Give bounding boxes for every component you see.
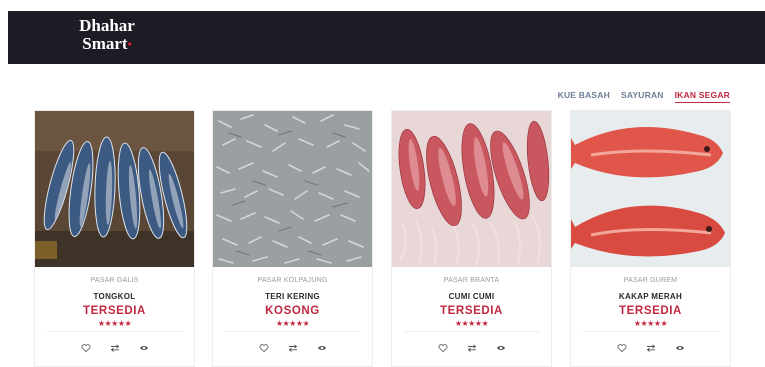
product-actions bbox=[571, 342, 730, 353]
card-divider bbox=[225, 331, 360, 332]
product-market: PASAR GALIS bbox=[90, 277, 139, 284]
product-rating-stars: ★★★★★ bbox=[97, 319, 132, 328]
product-actions bbox=[213, 342, 372, 353]
brand-line-1: Dhahar bbox=[79, 16, 135, 35]
tab-sayuran[interactable]: SAYURAN bbox=[621, 90, 664, 103]
product-status: TERSEDIA bbox=[440, 305, 503, 317]
product-name[interactable]: KAKAP MERAH bbox=[571, 292, 730, 301]
tab-ikan-segar[interactable]: IKAN SEGAR bbox=[674, 90, 730, 103]
heart-icon[interactable] bbox=[437, 342, 448, 353]
compare-icon[interactable] bbox=[287, 342, 298, 353]
product-name[interactable]: TERI KERING bbox=[213, 292, 372, 301]
product-market: PASAR GUREM bbox=[623, 277, 678, 284]
category-tabs: KUE BASAH SAYURAN IKAN SEGAR bbox=[558, 90, 730, 103]
brand-line-2: Smart bbox=[82, 34, 128, 53]
product-card: PASAR KOLPAJUNG TERI KERING KOSONG ★★★★★ bbox=[212, 110, 373, 367]
product-image-teri-kering[interactable] bbox=[213, 111, 372, 267]
heart-icon[interactable] bbox=[80, 342, 91, 353]
heart-icon[interactable] bbox=[258, 342, 269, 353]
eye-icon[interactable] bbox=[674, 342, 685, 353]
product-market: PASAR KOLPAJUNG bbox=[257, 277, 328, 284]
compare-icon[interactable] bbox=[466, 342, 477, 353]
eye-icon[interactable] bbox=[138, 342, 149, 353]
product-card: PASAR GALIS TONGKOL TERSEDIA ★★★★★ bbox=[34, 110, 195, 367]
compare-icon[interactable] bbox=[109, 342, 120, 353]
card-divider bbox=[47, 331, 182, 332]
product-rating-stars: ★★★★★ bbox=[454, 319, 489, 328]
product-card: PASAR BRANTA CUMI CUMI TERSEDIA ★★★★★ bbox=[391, 110, 552, 367]
product-image-kakap-merah[interactable] bbox=[571, 111, 730, 267]
compare-icon[interactable] bbox=[645, 342, 656, 353]
brand-dot: • bbox=[127, 37, 132, 51]
product-image-tongkol[interactable] bbox=[35, 111, 194, 267]
eye-icon[interactable] bbox=[316, 342, 327, 353]
product-status: KOSONG bbox=[265, 305, 320, 317]
product-actions bbox=[392, 342, 551, 353]
product-name[interactable]: CUMI CUMI bbox=[392, 292, 551, 301]
product-actions bbox=[35, 342, 194, 353]
top-header-bar: Dhahar Smart• bbox=[8, 11, 765, 64]
product-status: TERSEDIA bbox=[83, 305, 146, 317]
product-market: PASAR BRANTA bbox=[443, 277, 500, 284]
tab-kue-basah[interactable]: KUE BASAH bbox=[558, 90, 610, 103]
card-divider bbox=[583, 331, 718, 332]
product-name[interactable]: TONGKOL bbox=[35, 292, 194, 301]
product-status: TERSEDIA bbox=[619, 305, 682, 317]
card-divider bbox=[404, 331, 539, 332]
brand-logo[interactable]: Dhahar Smart• bbox=[74, 17, 140, 53]
product-rating-stars: ★★★★★ bbox=[275, 319, 310, 328]
product-rating-stars: ★★★★★ bbox=[633, 319, 668, 328]
eye-icon[interactable] bbox=[495, 342, 506, 353]
heart-icon[interactable] bbox=[616, 342, 627, 353]
product-image-cumi-cumi[interactable] bbox=[392, 111, 551, 267]
product-card: PASAR GUREM KAKAP MERAH TERSEDIA ★★★★★ bbox=[570, 110, 731, 367]
